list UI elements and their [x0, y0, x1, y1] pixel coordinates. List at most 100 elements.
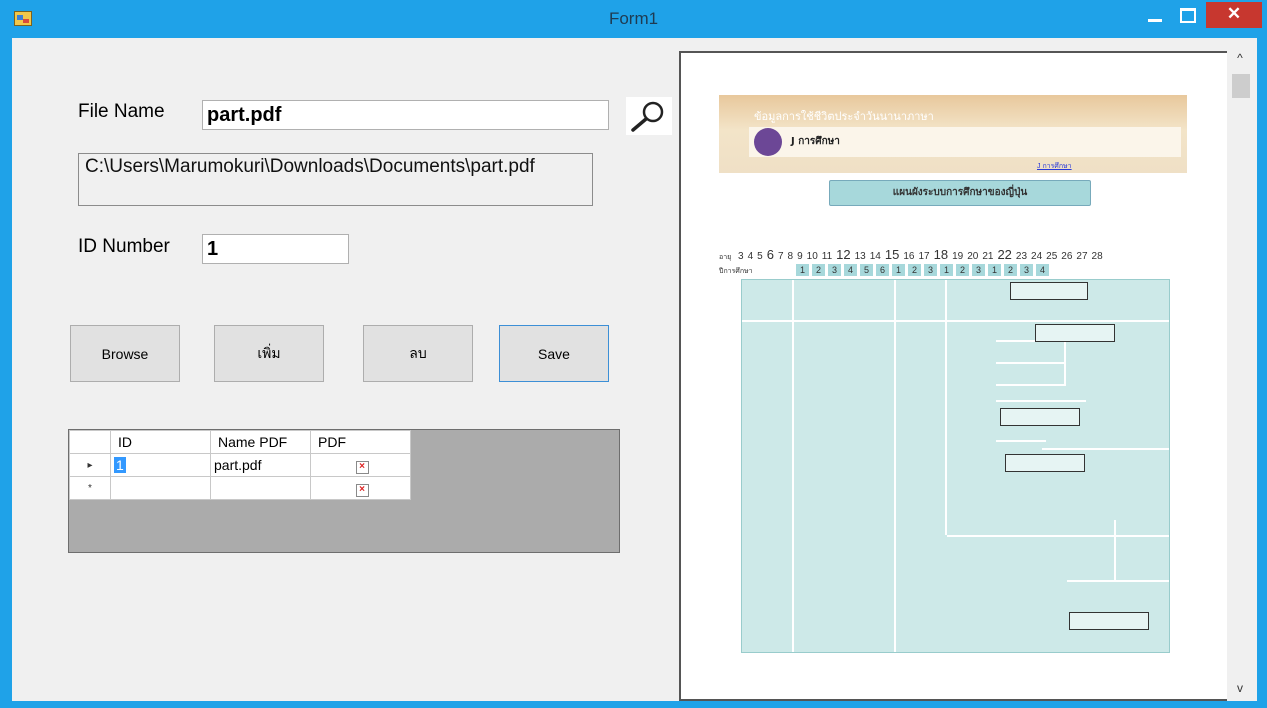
table-row[interactable]: * ×: [69, 476, 411, 500]
age-value: 8: [787, 251, 794, 262]
grade-cell: 3: [1020, 264, 1033, 276]
row-indicator[interactable]: ▸: [69, 453, 111, 477]
close-icon: ✕: [1226, 4, 1242, 23]
grade-cells: 1234561231231234: [796, 264, 1049, 276]
age-value: 16: [903, 251, 915, 262]
banner-title: J การศึกษา: [791, 136, 840, 147]
age-values: 3 4 5 6 7 8 9 10 11 12 13 14 15 16 17 18 19 20 21 22 23 24 25 2…: [738, 247, 1107, 262]
file-name-label: File Name: [78, 101, 165, 122]
grade-cell: 4: [1036, 264, 1049, 276]
grid-table: ID Name PDF PDF ▸ 1 part.pdf × * ×: [69, 430, 411, 500]
age-value: 15: [884, 247, 900, 262]
pdf-viewer[interactable]: ข้อมูลการใช้ชีวิตประจำวันนานาภาษา J การศ…: [679, 51, 1229, 701]
age-value: 5: [757, 251, 763, 262]
age-value: 23: [1015, 251, 1028, 262]
grade-cell: 4: [844, 264, 857, 276]
age-value: 14: [869, 251, 881, 262]
scroll-down-icon[interactable]: v: [1227, 681, 1253, 701]
delete-button[interactable]: ลบ: [363, 325, 473, 382]
grade-cell: 1: [988, 264, 1001, 276]
age-value: 7: [777, 251, 784, 262]
id-number-input[interactable]: 1: [202, 234, 349, 264]
scroll-up-icon[interactable]: ^: [1227, 51, 1253, 71]
cell-id-value: 1: [114, 457, 126, 473]
age-value: 19: [952, 251, 964, 262]
banner-link[interactable]: J การศึกษา: [1037, 161, 1072, 172]
cell-name-pdf[interactable]: [210, 476, 311, 500]
column-header-id[interactable]: ID: [110, 430, 211, 454]
file-path-display: C:\Users\Marumokuri\Downloads\Documents\…: [78, 153, 593, 206]
search-icon: [631, 101, 664, 132]
row-header-corner: [69, 430, 111, 454]
age-value: 24: [1031, 251, 1043, 262]
grade-cell: 1: [892, 264, 905, 276]
vertical-scrollbar[interactable]: ^ v: [1227, 51, 1253, 701]
logo-icon: [754, 128, 782, 156]
browse-button[interactable]: Browse: [70, 325, 180, 382]
grades-label: ปีการศึกษา: [719, 268, 753, 275]
age-value: 21: [982, 251, 994, 262]
age-value: 9: [797, 251, 803, 262]
missing-image-icon: ×: [355, 484, 369, 497]
file-name-input[interactable]: part.pdf: [202, 100, 609, 130]
grade-cell: 1: [940, 264, 953, 276]
window: Form1 ✕ File Name part.pdf C:\Users\Maru…: [0, 0, 1267, 708]
form-client-area: File Name part.pdf C:\Users\Marumokuri\D…: [12, 38, 1257, 701]
search-button[interactable]: [626, 97, 672, 135]
grade-cell: 2: [956, 264, 969, 276]
cell-pdf[interactable]: ×: [310, 453, 411, 477]
age-value: 11: [821, 251, 833, 262]
age-value: 4: [747, 251, 754, 262]
age-value: 3: [738, 251, 744, 262]
cell-id[interactable]: 1: [110, 453, 211, 477]
table-row[interactable]: ▸ 1 part.pdf ×: [69, 453, 411, 477]
cell-id[interactable]: [110, 476, 211, 500]
grade-cell: 3: [972, 264, 985, 276]
grade-cell: 5: [860, 264, 873, 276]
age-value: 22: [997, 247, 1012, 262]
scroll-thumb[interactable]: [1232, 74, 1250, 98]
maximize-icon: [1180, 8, 1196, 23]
grade-cell: 6: [876, 264, 889, 276]
age-row: อายุ 3 4 5 6 7 8 9 10 11 12 13 14 15 16 17 18 19 20 21 22 23…: [719, 247, 1111, 263]
cell-name-pdf[interactable]: part.pdf: [210, 453, 311, 477]
column-header-name-pdf[interactable]: Name PDF: [210, 430, 311, 454]
age-value: 17: [918, 251, 930, 262]
missing-image-icon: ×: [355, 461, 369, 474]
window-title: Form1: [608, 9, 659, 28]
education-diagram: [741, 279, 1170, 653]
grade-cell: 2: [812, 264, 825, 276]
add-button[interactable]: เพิ่ม: [214, 325, 324, 382]
section-title: แผนผังระบบการศึกษาของญี่ปุ่น: [829, 180, 1091, 206]
grade-cell: 3: [828, 264, 841, 276]
ages-label: อายุ: [719, 254, 732, 261]
age-value: 25: [1046, 251, 1058, 262]
page-banner: ข้อมูลการใช้ชีวิตประจำวันนานาภาษา J การศ…: [719, 95, 1187, 173]
banner-heading: ข้อมูลการใช้ชีวิตประจำวันนานาภาษา: [754, 110, 934, 123]
grade-cell: 2: [908, 264, 921, 276]
grade-cell: 1: [796, 264, 809, 276]
cell-pdf[interactable]: ×: [310, 476, 411, 500]
column-header-pdf[interactable]: PDF: [310, 430, 411, 454]
maximize-button[interactable]: [1168, 2, 1208, 28]
age-value: 10: [806, 251, 818, 262]
age-value: 13: [854, 251, 866, 262]
grade-cell: 3: [924, 264, 937, 276]
title-bar[interactable]: Form1 ✕: [0, 0, 1267, 38]
data-grid[interactable]: ID Name PDF PDF ▸ 1 part.pdf × * ×: [68, 429, 620, 553]
age-value: 6: [766, 247, 774, 262]
age-value: 26: [1061, 251, 1073, 262]
row-indicator[interactable]: *: [69, 476, 111, 500]
close-button[interactable]: ✕: [1206, 2, 1262, 28]
age-value: 28: [1091, 251, 1103, 262]
grid-header-row: ID Name PDF PDF: [69, 430, 411, 454]
id-number-label: ID Number: [78, 236, 170, 257]
minimize-icon: [1148, 19, 1162, 22]
age-value: 12: [836, 247, 851, 262]
save-button[interactable]: Save: [499, 325, 609, 382]
age-value: 27: [1076, 251, 1088, 262]
grade-cell: 2: [1004, 264, 1017, 276]
age-value: 18: [933, 247, 949, 262]
age-value: 20: [967, 251, 979, 262]
pdf-page: ข้อมูลการใช้ชีวิตประจำวันนานาภาษา J การศ…: [689, 63, 1215, 693]
